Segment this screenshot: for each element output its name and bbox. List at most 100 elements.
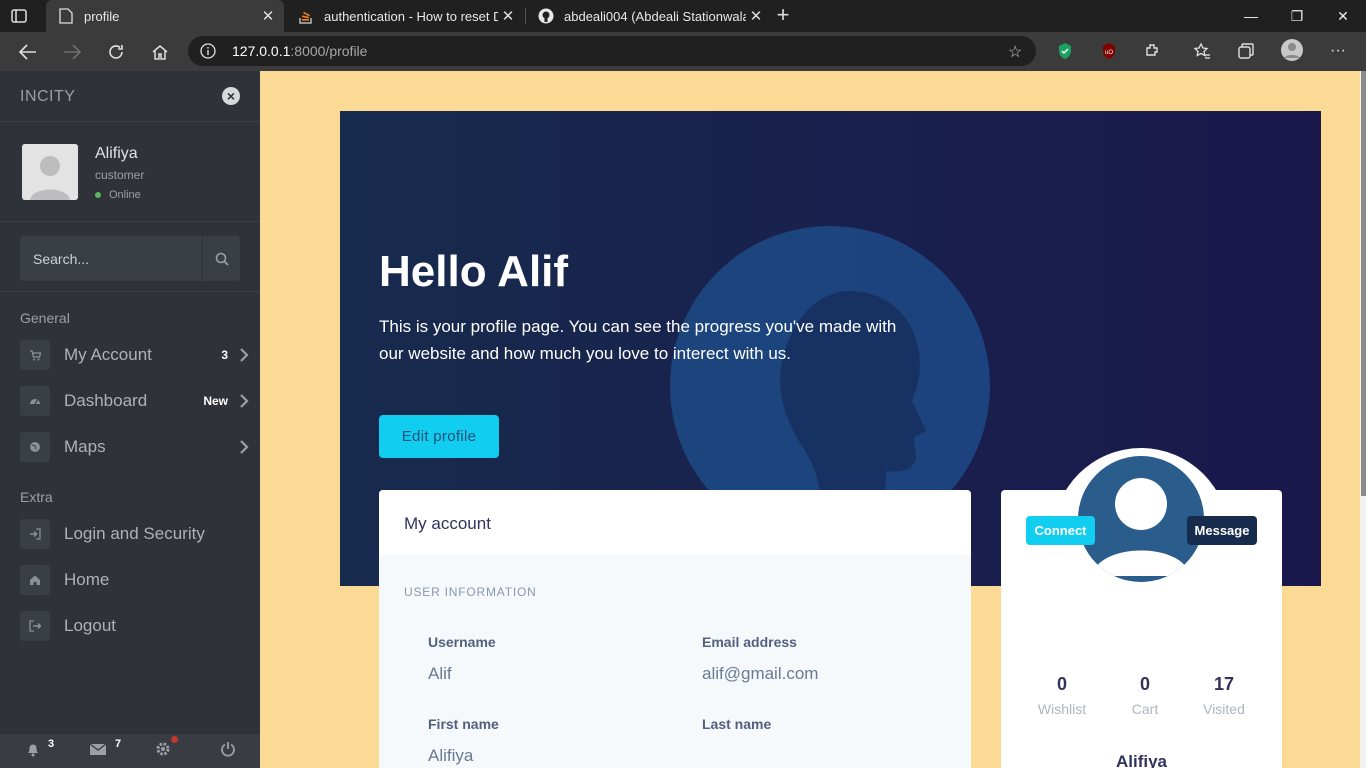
chevron-right-icon (238, 348, 250, 362)
user-status-text: Online (109, 189, 141, 201)
close-sidebar-icon[interactable]: × (222, 87, 240, 105)
divider (0, 221, 260, 222)
close-tab-icon[interactable]: ✕ (498, 7, 518, 25)
divider (0, 291, 260, 292)
stat-label: Cart (1131, 701, 1159, 717)
sidebar-item-maps[interactable]: Maps (20, 431, 250, 463)
stat-wishlist[interactable]: 0 Wishlist (1022, 674, 1102, 717)
browser-tab-bar: profile ✕ authentication - How to reset … (0, 0, 1366, 32)
svg-text:uO: uO (1105, 50, 1113, 56)
stat-visited[interactable]: 17 Visited (1184, 674, 1264, 717)
stat-value: 0 (1139, 674, 1150, 694)
cart-icon (20, 340, 50, 370)
settings-button[interactable] (130, 734, 195, 768)
page-icon (58, 8, 74, 24)
collections-icon[interactable] (1236, 41, 1256, 61)
sidebar-item-label: Home (64, 570, 110, 589)
restore-icon[interactable]: ❐ (1274, 0, 1320, 32)
sidebar-item-label: Login and Security (64, 524, 205, 543)
home-icon (20, 565, 50, 595)
first-name-field[interactable]: Alifiya (428, 746, 473, 766)
back-icon[interactable] (15, 39, 41, 65)
sign-out-icon (20, 611, 50, 641)
notifications-button[interactable]: 3 (0, 734, 65, 768)
refresh-icon[interactable] (103, 39, 129, 65)
extensions-icon[interactable] (1143, 41, 1163, 61)
first-name-label: First name (428, 716, 499, 732)
sidebar-item-label: Maps (64, 437, 106, 456)
message-button[interactable]: Message (1187, 516, 1257, 545)
url-host: 127.0.0.1 (232, 43, 291, 59)
sign-in-icon (20, 519, 50, 549)
stat-cart[interactable]: 0 Cart (1105, 674, 1185, 717)
tab-title: authentication - How to reset Dj (324, 8, 498, 24)
new-tab-button[interactable]: + (772, 4, 794, 28)
avatar (22, 144, 78, 200)
close-window-icon[interactable]: ✕ (1320, 0, 1366, 32)
sidebar-item-login-security[interactable]: Login and Security (20, 518, 250, 550)
bell-icon (25, 741, 41, 762)
site-info-icon[interactable] (200, 43, 216, 59)
url-path: :8000/profile (290, 43, 368, 59)
tab-github[interactable]: abdeali004 (Abdeali Stationwala) ✕ (526, 0, 772, 32)
username-field[interactable]: Alif (428, 664, 452, 684)
chevron-right-icon (238, 440, 250, 454)
close-tab-icon[interactable]: ✕ (258, 7, 278, 25)
github-icon (538, 8, 554, 24)
ublock-icon[interactable]: uO (1099, 41, 1119, 61)
url-text: 127.0.0.1:8000/profile (232, 43, 367, 59)
close-tab-icon[interactable]: ✕ (746, 7, 766, 25)
profile-name: Alifiya (1115, 752, 1168, 768)
favorites-icon[interactable] (1192, 41, 1212, 61)
card-header: My account (379, 490, 971, 555)
search-input[interactable] (20, 236, 202, 281)
stackoverflow-icon (298, 8, 314, 24)
stat-label: Wishlist (1037, 701, 1087, 717)
sidebar-item-my-account[interactable]: My Account 3 (20, 339, 250, 371)
user-status: Online (95, 189, 141, 201)
connect-button[interactable]: Connect (1026, 516, 1095, 545)
more-options-icon[interactable]: ··· (1328, 41, 1348, 61)
envelope-icon (89, 742, 107, 761)
minimize-icon[interactable]: — (1228, 0, 1274, 32)
sidebar-item-dashboard[interactable]: Dashboard New (20, 385, 250, 417)
sidebar-item-logout[interactable]: Logout (20, 610, 250, 642)
sidebar-search (20, 236, 240, 281)
scrollbar-thumb[interactable] (1361, 71, 1366, 496)
add-favorite-icon[interactable]: ☆ (1008, 42, 1028, 61)
sidebar-item-label: Dashboard (64, 391, 148, 410)
user-role: customer (95, 168, 145, 182)
email-label: Email address (702, 634, 797, 650)
messages-button[interactable]: 7 (65, 734, 130, 768)
profile-avatar (1078, 456, 1204, 582)
power-icon (220, 741, 236, 762)
forward-icon[interactable] (59, 39, 85, 65)
profile-avatar-icon[interactable] (1280, 38, 1304, 62)
tab-stackoverflow[interactable]: authentication - How to reset Dj ✕ (286, 0, 524, 32)
stat-value: 0 (1056, 674, 1067, 694)
tab-title: abdeali004 (Abdeali Stationwala) (564, 8, 746, 24)
shield-extension-icon[interactable] (1055, 41, 1075, 61)
sidebar-brand: INCITY (20, 88, 76, 105)
sidebar-item-label: My Account (64, 345, 152, 364)
email-field[interactable]: alif@gmail.com (702, 664, 818, 684)
dashboard-icon (20, 386, 50, 416)
home-icon[interactable] (147, 39, 173, 65)
divider (0, 121, 260, 122)
stat-label: Visited (1203, 701, 1245, 717)
edit-profile-button[interactable]: Edit profile (379, 415, 499, 458)
tab-actions-icon[interactable] (10, 7, 28, 25)
search-icon[interactable] (202, 236, 240, 281)
settings-alert-dot (171, 736, 178, 743)
stat-value: 17 (1213, 674, 1235, 694)
tab-profile[interactable]: profile ✕ (46, 0, 284, 32)
online-dot-icon (95, 192, 101, 198)
user-information-heading: USER INFORMATION (404, 585, 537, 599)
user-name: Alifiya (95, 145, 138, 162)
gear-icon (155, 741, 171, 762)
address-bar[interactable]: 127.0.0.1:8000/profile ☆ (188, 36, 1036, 66)
power-button[interactable] (195, 734, 260, 768)
count-badge: 3 (221, 348, 228, 362)
sidebar-item-home[interactable]: Home (20, 564, 250, 596)
section-extra: Extra (20, 489, 53, 505)
